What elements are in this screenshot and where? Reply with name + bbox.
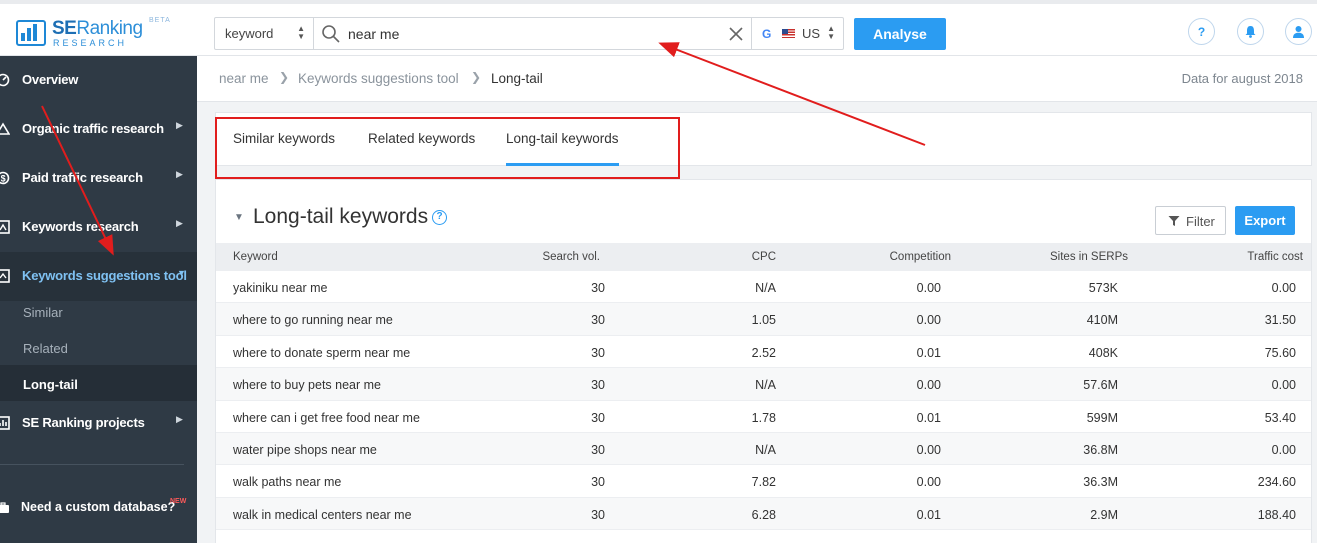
- annotation-arrow-search: [658, 42, 926, 146]
- annotation-arrow-sidebar: [41, 105, 114, 256]
- annotation-arrows: [41, 42, 926, 256]
